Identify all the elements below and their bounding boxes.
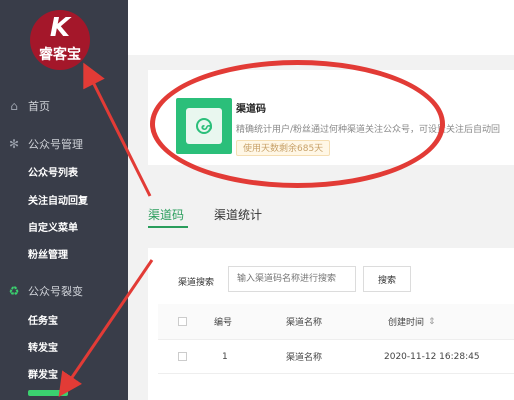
sidebar-item-broadcast[interactable]: 群发宝 <box>0 360 128 386</box>
sidebar-item-fans[interactable]: 粉丝管理 <box>0 240 128 266</box>
logo-glyph: K <box>49 13 71 43</box>
tab-underline <box>148 226 188 228</box>
search-button[interactable]: 搜索 <box>363 266 411 292</box>
sidebar: K 睿客宝 ⌂ 首页 ✻ 公众号管理 公众号列表 关注自动回复 自定义菜单 粉丝… <box>0 0 128 400</box>
sidebar-item-label: 粉丝管理 <box>28 249 68 261</box>
column-header-label: 创建时间 <box>388 318 425 328</box>
sidebar-item-label: 首页 <box>28 100 50 113</box>
recycle-icon: ♻ <box>8 284 20 298</box>
column-header-id: 编号 <box>214 318 233 328</box>
table-row: 1 渠道名称 2020-11-12 16:28:45 <box>158 340 514 374</box>
search-label: 渠道搜索 <box>178 278 215 288</box>
home-icon: ⌂ <box>10 99 18 113</box>
sort-icon[interactable]: ⇕ <box>428 317 436 327</box>
tab-channel-code[interactable]: 渠道码 <box>148 206 184 223</box>
annotation-ellipse <box>150 60 445 188</box>
column-header-created[interactable]: 创建时间 ⇕ <box>388 304 436 339</box>
sidebar-item-label: 任务宝 <box>28 315 58 327</box>
sidebar-item-label: 群发宝 <box>28 369 58 381</box>
column-header-name: 渠道名称 <box>286 318 323 328</box>
row-created: 2020-11-12 16:28:45 <box>384 351 480 362</box>
sidebar-item-label: 关注自动回复 <box>28 195 88 207</box>
top-bar <box>128 0 514 55</box>
row-name: 渠道名称 <box>286 353 323 363</box>
sidebar-item-task[interactable]: 任务宝 <box>0 306 128 332</box>
sidebar-section-account[interactable]: ✻ 公众号管理 <box>0 131 128 157</box>
sidebar-item-follow-reply[interactable]: 关注自动回复 <box>0 186 128 212</box>
table-header: 编号 渠道名称 创建时间 ⇕ <box>158 304 514 340</box>
row-id: 1 <box>222 351 228 362</box>
sidebar-section-label: 公众号裂变 <box>28 285 83 298</box>
row-checkbox[interactable] <box>178 352 187 361</box>
search-input[interactable] <box>228 266 356 292</box>
sidebar-item-custom-menu[interactable]: 自定义菜单 <box>0 213 128 239</box>
sidebar-item-label: 公众号列表 <box>28 167 78 179</box>
channel-panel: 渠道搜索 搜索 编号 渠道名称 创建时间 ⇕ 1 渠道名称 2020-11-12… <box>148 248 514 400</box>
tab-channel-stats[interactable]: 渠道统计 <box>214 206 262 223</box>
select-all-checkbox[interactable] <box>178 317 187 326</box>
sidebar-item-label: 转发宝 <box>28 342 58 354</box>
sidebar-item-channel-active[interactable] <box>28 390 68 396</box>
sidebar-item-label: 自定义菜单 <box>28 222 78 234</box>
gear-icon: ✻ <box>8 137 20 151</box>
logo: K 睿客宝 <box>30 10 90 70</box>
logo-text: 睿客宝 <box>39 47 81 63</box>
sidebar-item-forward[interactable]: 转发宝 <box>0 333 128 359</box>
sidebar-section-fission[interactable]: ♻ 公众号裂变 <box>0 278 128 304</box>
tab-bar: 渠道码 渠道统计 <box>128 198 514 232</box>
sidebar-item-account-list[interactable]: 公众号列表 <box>0 158 128 184</box>
sidebar-section-label: 公众号管理 <box>28 138 83 151</box>
sidebar-item-home[interactable]: ⌂ 首页 <box>0 93 128 119</box>
